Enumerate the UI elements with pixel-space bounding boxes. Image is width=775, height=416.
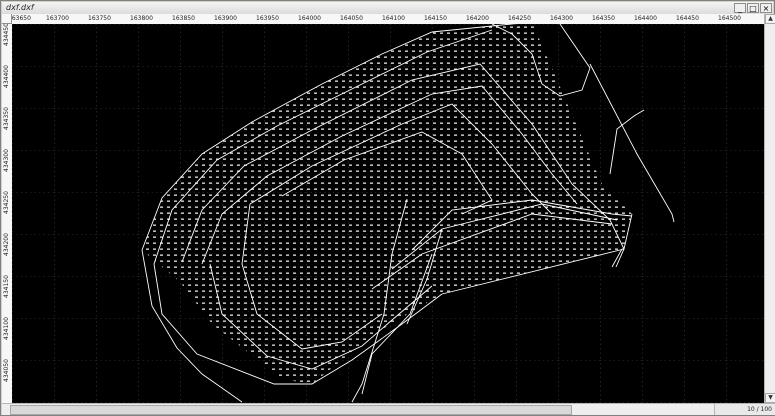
app-window: dxf.dxf _ □ × 163650 163700 163750 16380…	[0, 0, 775, 416]
x-tick: 164450	[676, 15, 699, 22]
x-tick: 163900	[214, 15, 237, 22]
window-title: dxf.dxf	[6, 3, 34, 12]
y-tick: 434250	[3, 191, 10, 214]
x-tick: 164150	[424, 15, 447, 22]
y-tick: 434450	[3, 24, 10, 46]
x-tick: 163700	[46, 15, 69, 22]
x-tick: 164300	[550, 15, 573, 22]
x-tick: 164000	[298, 15, 321, 22]
x-tick: 163750	[88, 15, 111, 22]
y-tick: 434400	[3, 65, 10, 88]
x-tick: 164400	[634, 15, 657, 22]
scroll-down-arrow-icon[interactable]: ▼	[765, 393, 775, 403]
cad-drawing	[12, 24, 764, 403]
status-bar: 10 / 100	[714, 403, 775, 415]
x-tick: 164500	[718, 15, 741, 22]
x-tick: 164050	[340, 15, 363, 22]
y-tick: 434300	[3, 149, 10, 172]
scroll-up-arrow-icon[interactable]: ▲	[765, 14, 775, 24]
x-tick: 163850	[172, 15, 195, 22]
x-tick: 163800	[130, 15, 153, 22]
x-tick: 163650	[12, 15, 31, 22]
x-tick: 163950	[256, 15, 279, 22]
minimize-button[interactable]: _	[734, 3, 746, 13]
y-tick: 434050	[3, 359, 10, 382]
horizontal-scroll-thumb[interactable]	[10, 405, 572, 415]
close-button[interactable]: ×	[760, 3, 772, 13]
y-tick: 434200	[3, 233, 10, 256]
y-tick: 434350	[3, 107, 10, 130]
y-tick: 434150	[3, 275, 10, 298]
y-tick: 434100	[3, 317, 10, 340]
x-tick: 164100	[382, 15, 405, 22]
drawing-canvas[interactable]	[12, 24, 764, 403]
page-indicator: 10 / 100	[747, 406, 772, 413]
maximize-button[interactable]: □	[747, 3, 759, 13]
ruler-corner	[2, 14, 12, 24]
x-tick: 164350	[592, 15, 615, 22]
horizontal-scrollbar[interactable]	[2, 403, 714, 415]
x-tick: 164200	[466, 15, 489, 22]
vertical-scrollbar[interactable]: ▲ ▼	[764, 14, 775, 403]
x-tick: 164250	[508, 15, 531, 22]
